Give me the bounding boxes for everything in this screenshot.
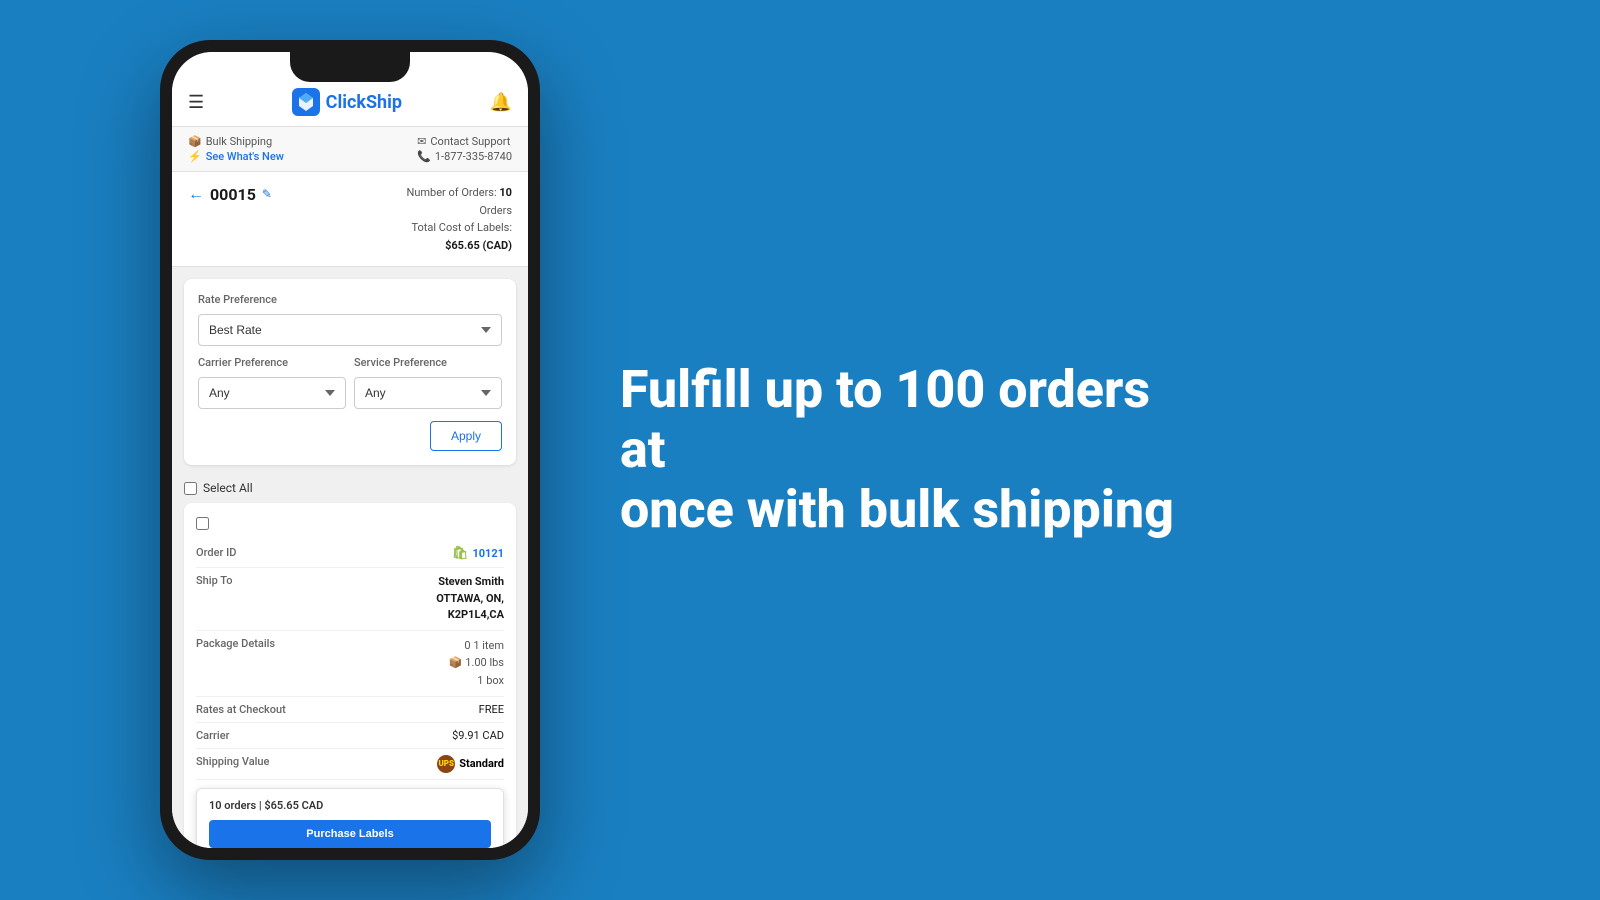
see-whats-new-label: See What's New <box>206 150 284 163</box>
order-id-row: Order ID 🛍 10121 <box>196 540 504 568</box>
phone-mockup: ☰ ClickShip 🔔 📦 Bulk Shipping ⚡ <box>160 40 540 860</box>
rates-checkout-value: FREE <box>479 703 504 716</box>
carrier-preference-select[interactable]: Any UPS FedEx Canada Post <box>198 377 346 409</box>
order-id-field-label: Order ID <box>196 546 296 559</box>
phone-icon: 📞 <box>417 150 431 163</box>
order-id-field-value: 🛍 10121 <box>452 546 504 561</box>
select-all-checkbox[interactable] <box>184 482 197 495</box>
promo-headline-line2: once with bulk shipping <box>620 479 1174 540</box>
package-details-row: Package Details 0 1 item 📦 1.00 lbs 1 bo… <box>196 631 504 697</box>
shipping-carrier-value: UPS Standard <box>437 755 504 773</box>
toolbar-right: ✉ Contact Support 📞 1-877-335-8740 <box>417 135 512 163</box>
shipping-value-row: Shipping Value UPS Standard <box>196 749 504 780</box>
rate-preference-card: Rate Preference Best Rate Cheapest Faste… <box>184 279 516 465</box>
service-preference-label: Service Preference <box>354 356 502 369</box>
promo-text-area: Fulfill up to 100 orders at once with bu… <box>540 360 1600 539</box>
pkg-icon: 📦 <box>449 656 463 669</box>
toolbar-left: 📦 Bulk Shipping ⚡ See What's New <box>188 135 284 163</box>
carrier-preference-label: Carrier Preference <box>198 356 346 369</box>
bulk-shipping-link[interactable]: 📦 Bulk Shipping <box>188 135 284 148</box>
service-preference-select[interactable]: Any Standard Express Priority <box>354 377 502 409</box>
promo-headline-line1: Fulfill up to 100 orders at <box>620 359 1150 480</box>
see-whats-new[interactable]: ⚡ See What's New <box>188 150 284 163</box>
rate-preference-label: Rate Preference <box>198 293 502 306</box>
hamburger-icon[interactable]: ☰ <box>188 92 204 113</box>
shopify-icon: 🛍 <box>452 546 469 561</box>
select-all-label[interactable]: Select All <box>184 481 253 495</box>
toolbar: 📦 Bulk Shipping ⚡ See What's New ✉ Conta… <box>172 127 528 172</box>
envelope-icon: ✉ <box>417 135 426 148</box>
rates-checkout-label: Rates at Checkout <box>196 703 296 716</box>
shipping-value-label: Shipping Value <box>196 755 296 768</box>
package-details-label: Package Details <box>196 637 296 650</box>
apply-button[interactable]: Apply <box>430 421 502 451</box>
ship-to-row: Ship To Steven Smith OTTAWA, ON, K2P1L4,… <box>196 568 504 631</box>
back-arrow-icon[interactable]: ← <box>188 184 204 204</box>
order-card: Order ID 🛍 10121 Ship To Steven Smith OT… <box>184 503 516 848</box>
purchase-tooltip-title: 10 orders | $65.65 CAD <box>209 799 491 812</box>
edit-icon[interactable]: ✎ <box>262 187 272 201</box>
ship-to-label: Ship To <box>196 574 296 587</box>
total-cost-value: $65.65 (CAD) <box>406 237 512 255</box>
ship-to-value: Steven Smith OTTAWA, ON, K2P1L4,CA <box>436 574 504 624</box>
carrier-row: Carrier $9.91 CAD <box>196 723 504 749</box>
carrier-service-row: Carrier Preference Any UPS FedEx Canada … <box>198 356 502 409</box>
order-card-header <box>196 515 504 530</box>
service-col: Service Preference Any Standard Express … <box>354 356 502 409</box>
order-number: 00015 <box>210 185 256 204</box>
carrier-field-label: Carrier <box>196 729 296 742</box>
bell-icon[interactable]: 🔔 <box>490 92 512 113</box>
spark-icon: ⚡ <box>188 150 202 163</box>
contact-support[interactable]: ✉ Contact Support <box>417 135 512 148</box>
order-id-area: ← 00015 ✎ <box>188 184 272 204</box>
package-details-value: 0 1 item 📦 1.00 lbs 1 box <box>449 637 504 690</box>
ups-icon: UPS <box>437 755 455 773</box>
num-orders-stat: Number of Orders: 10 <box>406 184 512 202</box>
carrier-field-value: $9.91 CAD <box>452 729 504 742</box>
logo-area: ClickShip <box>292 88 402 116</box>
rates-checkout-row: Rates at Checkout FREE <box>196 697 504 723</box>
select-all-row: Select All <box>172 473 528 503</box>
order-stats: Number of Orders: 10 Orders Total Cost o… <box>406 184 512 254</box>
carrier-col: Carrier Preference Any UPS FedEx Canada … <box>198 356 346 409</box>
bulk-shipping-label: Bulk Shipping <box>206 135 272 148</box>
phone-number-row: 📞 1-877-335-8740 <box>417 150 512 163</box>
bulk-shipping-icon: 📦 <box>188 135 202 148</box>
order-card-checkbox[interactable] <box>196 517 209 530</box>
apply-btn-area: Apply <box>198 421 502 451</box>
num-orders-suffix: Orders <box>406 202 512 220</box>
rate-preference-select[interactable]: Best Rate Cheapest Fastest <box>198 314 502 346</box>
contact-support-label: Contact Support <box>430 135 510 148</box>
total-cost-label: Total Cost of Labels: <box>406 219 512 237</box>
purchase-tooltip: 10 orders | $65.65 CAD Purchase Labels <box>196 788 504 848</box>
purchase-labels-button[interactable]: Purchase Labels <box>209 820 491 848</box>
purchase-area: 10 orders | $65.65 CAD Purchase Labels <box>196 788 504 848</box>
phone-notch <box>290 52 410 82</box>
logo-text: ClickShip <box>326 92 402 113</box>
promo-headline: Fulfill up to 100 orders at once with bu… <box>620 360 1180 539</box>
phone-screen: ☰ ClickShip 🔔 📦 Bulk Shipping ⚡ <box>172 52 528 848</box>
main-content: Rate Preference Best Rate Cheapest Faste… <box>172 267 528 848</box>
phone-number-text: 1-877-335-8740 <box>435 150 512 163</box>
logo-svg <box>292 88 320 116</box>
order-header: ← 00015 ✎ Number of Orders: 10 Orders To… <box>172 172 528 267</box>
